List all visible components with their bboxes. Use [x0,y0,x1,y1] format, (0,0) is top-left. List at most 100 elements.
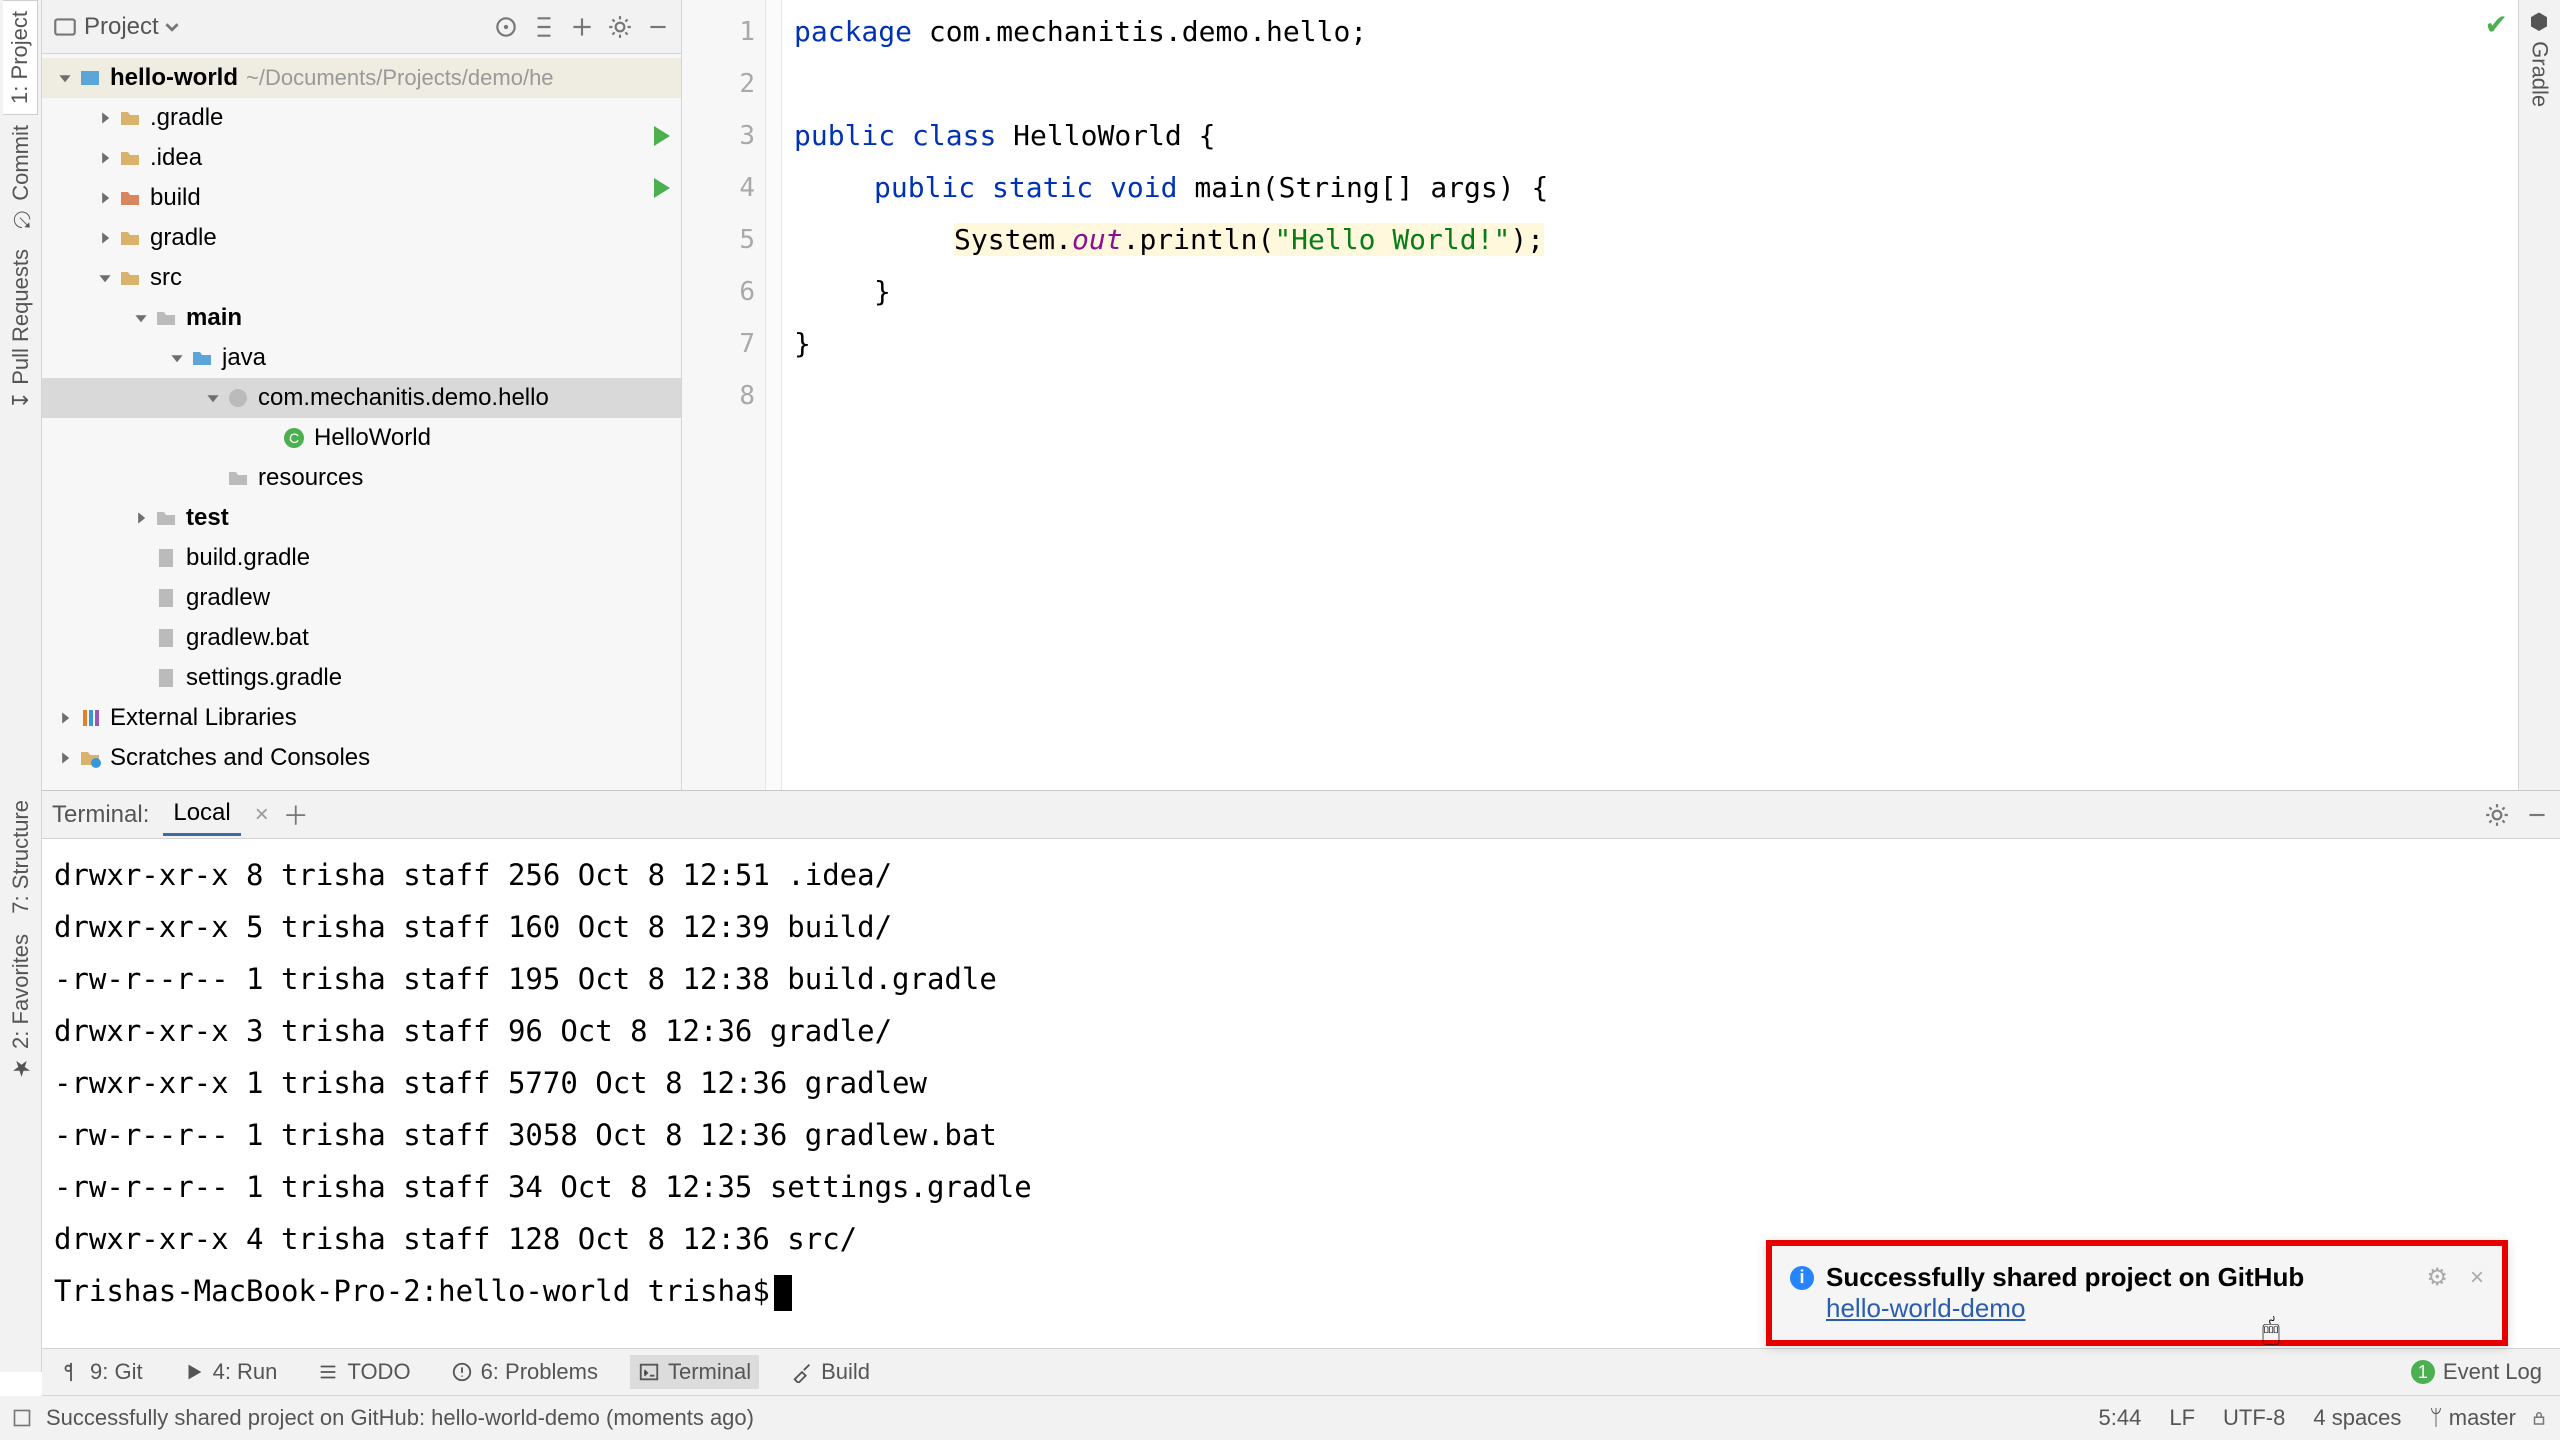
line-number[interactable]: 3 [682,110,755,162]
line-number[interactable]: 8 [682,370,755,422]
tool-run[interactable]: 4: Run [175,1355,286,1389]
tool-gradle-tab[interactable]: ⬢ Gradle [2523,0,2557,117]
tree-item-java[interactable]: java [42,338,681,378]
tree-item-src[interactable]: src [42,258,681,298]
folder-icon [118,226,142,250]
close-tab-icon[interactable]: × [255,801,269,829]
run-gutter-icon[interactable] [654,126,670,146]
notification-badge: 1 [2411,1360,2435,1384]
tool-commit-tab[interactable]: ⎋ Commit [4,115,38,239]
project-tree[interactable]: hello-world ~/Documents/Projects/demo/he… [42,54,681,790]
add-terminal-button[interactable]: ＋ [283,796,309,833]
tool-todo[interactable]: TODO [309,1355,418,1389]
tool-gradle-label: Gradle [2528,41,2553,107]
tool-windows-icon[interactable] [12,1408,32,1428]
minimize-icon[interactable] [645,14,671,40]
tool-structure-tab[interactable]: 7: Structure [4,790,38,924]
tool-project-tab[interactable]: 1: Project [3,0,38,115]
status-message: Successfully shared project on GitHub: h… [32,1405,768,1431]
project-icon [52,14,78,40]
terminal-line: drwxr-xr-x 3 trisha staff 96 Oct 8 12:36… [54,1005,2548,1057]
indent-setting[interactable]: 4 spaces [2299,1405,2415,1431]
gradle-file-icon [154,546,178,570]
svg-text:C: C [289,430,299,446]
locate-icon[interactable] [493,14,519,40]
tree-item-idea[interactable]: .idea [42,138,681,178]
git-icon [60,1361,82,1383]
line-separator[interactable]: LF [2155,1405,2209,1431]
line-number[interactable]: 7 [682,318,755,370]
line-number[interactable]: 1 [682,6,755,58]
inspection-ok-icon[interactable]: ✔ [2485,8,2508,41]
line-number[interactable]: 6 [682,266,755,318]
tool-pull-requests-tab[interactable]: ↧ Pull Requests [4,239,38,419]
tree-scratches[interactable]: Scratches and Consoles [42,738,681,778]
tool-event-log[interactable]: 1Event Log [2403,1355,2550,1389]
tree-root-label: hello-world [110,64,238,92]
caret-position[interactable]: 5:44 [2085,1405,2156,1431]
line-number[interactable]: 2 [682,58,755,110]
tree-item-settings-gradle[interactable]: settings.gradle [42,658,681,698]
tool-problems[interactable]: 6: Problems [443,1355,606,1389]
notification-link[interactable]: hello-world-demo [1826,1293,2484,1324]
chevron-down-icon [134,311,148,325]
fold-column[interactable] [766,0,782,790]
tree-item-gradlew-bat[interactable]: gradlew.bat [42,618,681,658]
git-branch[interactable]: ᛘ master [2415,1405,2530,1431]
line-number[interactable]: 4 [682,162,755,214]
tool-terminal[interactable]: Terminal [630,1355,759,1389]
chevron-right-icon [58,711,72,725]
run-gutter-icon[interactable] [654,178,670,198]
tool-git[interactable]: 9: Git [52,1355,151,1389]
tree-item-gradlew[interactable]: gradlew [42,578,681,618]
play-icon [183,1361,205,1383]
tool-favorites-tab[interactable]: ★ 2: Favorites [4,924,38,1090]
project-view-selector[interactable]: Project [52,13,179,41]
pull-icon: ↧ [8,391,33,409]
left-tool-strip: 1: Project ⎋ Commit ↧ Pull Requests [0,0,42,790]
tree-item-resources[interactable]: resources [42,458,681,498]
star-icon: ★ [8,1055,33,1080]
expand-all-icon[interactable] [531,14,557,40]
minimize-icon[interactable] [2524,802,2550,828]
gear-icon[interactable] [607,14,633,40]
terminal-icon [638,1361,660,1383]
terminal-line: -rw-r--r-- 1 trisha staff 195 Oct 8 12:3… [54,953,2548,1005]
tree-item-package[interactable]: com.mechanitis.demo.hello [42,378,681,418]
gradle-file-icon [154,666,178,690]
scratches-icon [78,746,102,770]
tree-item-gradle[interactable]: gradle [42,218,681,258]
chevron-right-icon [98,191,112,205]
tree-item-build[interactable]: build [42,178,681,218]
chevron-right-icon [98,231,112,245]
terminal-line: -rw-r--r-- 1 trisha staff 34 Oct 8 12:35… [54,1161,2548,1213]
tool-pull-label: Pull Requests [8,249,33,385]
tree-item-gradle-dot[interactable]: .gradle [42,98,681,138]
tree-item-build-gradle[interactable]: build.gradle [42,538,681,578]
branch-icon: ᛘ [2429,1405,2442,1430]
code-editor[interactable]: 1 2 3 4 5 6 7 8 package com.mechanitis.d… [682,0,2518,790]
tree-item-test[interactable]: test [42,498,681,538]
bottom-tool-bar: 9: Git 4: Run TODO 6: Problems Terminal … [42,1348,2560,1396]
tree-external-libs[interactable]: External Libraries [42,698,681,738]
folder-icon [118,266,142,290]
notification-title: Successfully shared project on GitHub [1826,1262,2404,1293]
tree-item-helloworld[interactable]: CHelloWorld [42,418,681,458]
close-icon[interactable]: × [2470,1264,2484,1292]
gear-icon[interactable] [2484,802,2510,828]
tree-item-main[interactable]: main [42,298,681,338]
lock-icon[interactable] [2530,1409,2548,1427]
editor-gutter[interactable]: 1 2 3 4 5 6 7 8 [682,0,766,790]
file-encoding[interactable]: UTF-8 [2209,1405,2299,1431]
collapse-all-icon[interactable] [569,14,595,40]
terminal-tab-local[interactable]: Local [163,793,240,836]
tree-root[interactable]: hello-world ~/Documents/Projects/demo/he [42,58,681,98]
gear-icon[interactable]: ⚙ [2426,1263,2448,1292]
left-tool-strip-lower: 7: Structure ★ 2: Favorites [0,790,42,1372]
project-title: Project [84,13,159,41]
folder-module-icon [154,506,178,530]
line-number[interactable]: 5 [682,214,755,266]
tool-build[interactable]: Build [783,1355,878,1389]
folder-excluded-icon [118,186,142,210]
code-area[interactable]: package com.mechanitis.demo.hello; publi… [782,0,2518,790]
